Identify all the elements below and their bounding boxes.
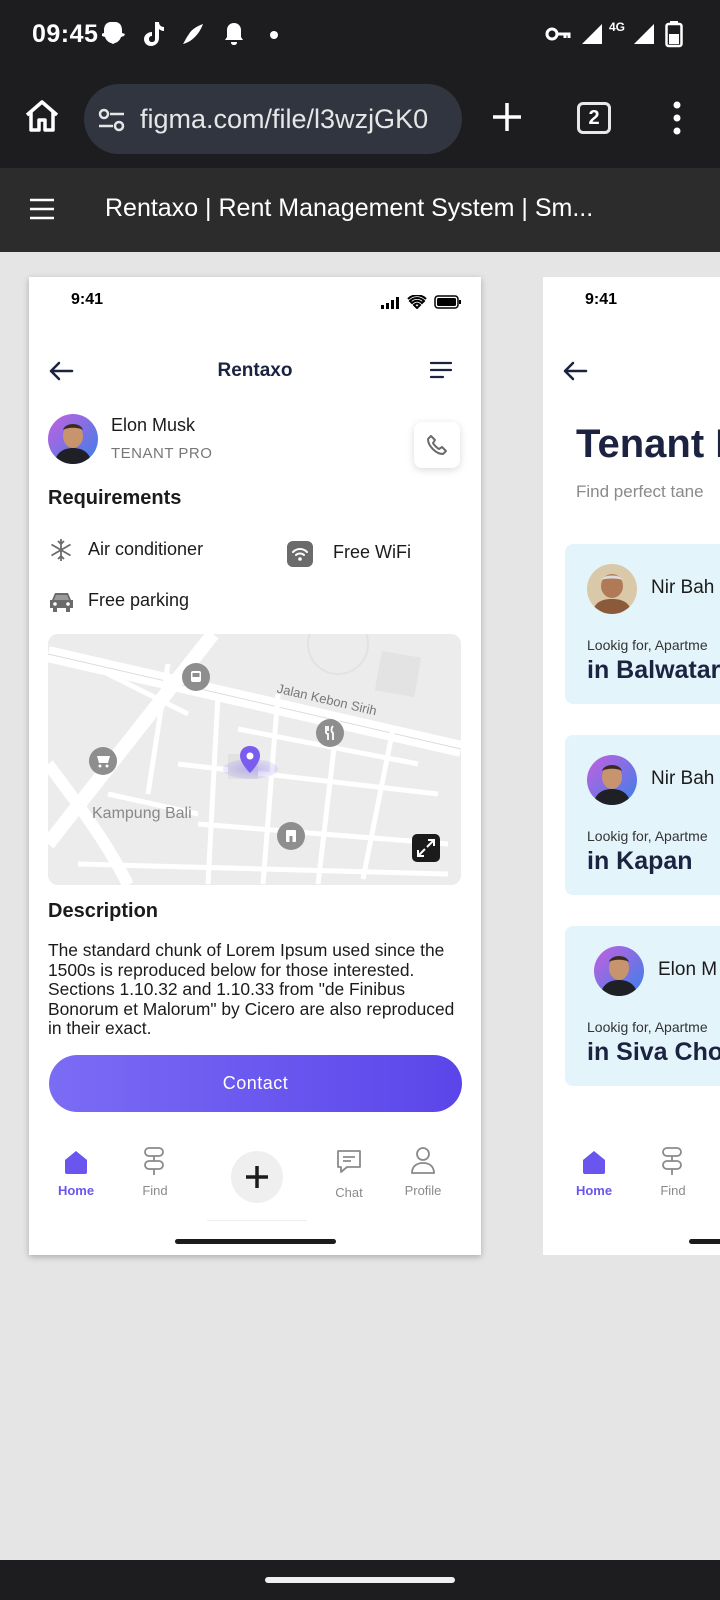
gesture-handle[interactable] [265, 1577, 455, 1583]
snowflake-icon [51, 539, 71, 561]
card-looking-for: Lookig for, Apartme [587, 1019, 708, 1035]
phone-battery-icon [434, 295, 461, 309]
system-time: 09:45 [32, 20, 99, 48]
bell-icon [225, 23, 243, 45]
expand-icon [417, 839, 435, 857]
avatar [48, 414, 98, 464]
tab-switcher-button[interactable]: 2 [577, 102, 611, 134]
site-settings-icon[interactable] [97, 106, 127, 134]
nav-find-label-2[interactable]: Find [638, 1183, 708, 1198]
contact-button[interactable]: Contact [49, 1055, 462, 1112]
signal-icon [582, 24, 602, 44]
new-tab-icon[interactable] [490, 100, 524, 134]
card-looking-for: Lookig for, Apartme [587, 637, 708, 653]
tenant-card[interactable]: Elon M Lookig for, Apartme in Siva Cho [565, 926, 720, 1086]
bus-icon [191, 671, 201, 682]
phone-icon [427, 435, 447, 455]
card-avatar [587, 564, 637, 614]
call-button[interactable] [414, 422, 460, 468]
signal-icon-2 [634, 24, 654, 44]
requirement-free-parking: Free parking [88, 590, 190, 610]
app-title: Rentaxo [217, 360, 293, 381]
battery-icon [665, 21, 683, 48]
shop-marker[interactable] [89, 747, 117, 775]
expand-map-button[interactable] [412, 834, 440, 862]
tenant-card[interactable]: Nir Bah Lookig for, Apartme in Balwatar [565, 544, 720, 704]
home-indicator-2 [689, 1239, 720, 1244]
list-title: Tenant I [576, 422, 720, 466]
wifi-icon [287, 541, 313, 567]
nav-chat-label[interactable]: Chat [314, 1185, 384, 1200]
plus-icon [246, 1166, 268, 1188]
hotel-marker[interactable] [277, 822, 305, 850]
card-location: in Siva Cho [587, 1038, 720, 1066]
profile-nav-icon[interactable] [410, 1145, 436, 1175]
tenant-name: Elon Musk [111, 415, 196, 435]
network-type: 4G [609, 20, 626, 34]
system-status-bar: 09:45 4G [0, 0, 720, 70]
tiktok-icon [144, 22, 164, 46]
more-notifications-dot [270, 31, 278, 39]
tenant-list-frame[interactable]: 9:41 Tenant I Find perfect tane Nir Bah … [543, 277, 720, 1255]
location-pin-icon[interactable] [238, 745, 262, 775]
find-nav-icon[interactable] [141, 1145, 167, 1177]
description-text: The standard chunk of Lorem Ipsum used s… [48, 940, 455, 1038]
requirement-air-conditioner: Air conditioner [88, 539, 204, 559]
home-nav-icon-2[interactable] [580, 1148, 608, 1176]
filter-menu-icon[interactable] [430, 361, 452, 379]
nav-home-label-2[interactable]: Home [559, 1183, 629, 1198]
card-name: Nir Bah [651, 577, 715, 598]
tenant-role: TENANT PRO [111, 445, 213, 462]
cellular-icon [381, 297, 399, 309]
file-title: Rentaxo | Rent Management System | Sm... [105, 194, 594, 222]
vpn-key-icon [545, 27, 571, 41]
find-nav-icon-2[interactable] [659, 1145, 685, 1177]
chat-nav-icon[interactable] [335, 1147, 363, 1177]
map-area-label: Kampung Bali [92, 805, 192, 822]
card-looking-for: Lookig for, Apartme [587, 828, 708, 844]
card-location: in Kapan [587, 847, 693, 875]
back-arrow-icon-2[interactable] [562, 361, 588, 381]
requirement-free-wifi: Free WiFi [333, 542, 411, 562]
card-name: Nir Bah [651, 768, 715, 789]
nav-home-label[interactable]: Home [41, 1183, 111, 1198]
phone-time: 9:41 [71, 291, 104, 308]
home-nav-icon[interactable] [62, 1148, 90, 1176]
nav-profile-label[interactable]: Profile [388, 1183, 458, 1198]
nav-divider [207, 1220, 307, 1221]
system-navigation-bar [0, 1560, 720, 1600]
nav-find-label[interactable]: Find [120, 1183, 190, 1198]
card-avatar [587, 755, 637, 805]
list-subtitle: Find perfect tane [576, 482, 704, 501]
tenant-card[interactable]: Nir Bah Lookig for, Apartme in Kapan [565, 735, 720, 895]
fork-knife-icon [325, 725, 334, 740]
card-avatar [594, 946, 644, 996]
tenant-detail-frame[interactable]: 9:41 Rentaxo Elon Musk TENANT PRO Requir… [29, 277, 481, 1255]
requirements-heading: Requirements [48, 487, 182, 509]
leaf-notification-icon [183, 24, 203, 44]
more-options-icon[interactable] [670, 100, 684, 136]
description-heading: Description [48, 900, 159, 922]
location-map[interactable]: Jalan Kebon Sirih Kampung Bali [48, 634, 461, 885]
figma-header: Rentaxo | Rent Management System | Sm... [0, 168, 720, 252]
cart-icon [97, 756, 110, 768]
wifi-status-icon [407, 295, 427, 309]
bus-stop-marker[interactable] [182, 663, 210, 691]
restaurant-marker[interactable] [316, 719, 344, 747]
browser-toolbar: figma.com/file/l3wzjGK0 2 [0, 70, 720, 168]
car-icon [50, 593, 73, 612]
home-icon[interactable] [23, 97, 61, 135]
home-indicator [175, 1239, 336, 1244]
phone-time-2: 9:41 [585, 291, 618, 308]
snapchat-icon [102, 22, 125, 44]
address-bar[interactable]: figma.com/file/l3wzjGK0 [84, 84, 462, 154]
add-button[interactable] [231, 1151, 283, 1203]
card-location: in Balwatar [587, 656, 720, 684]
url-text: figma.com/file/l3wzjGK0 [140, 104, 429, 134]
hamburger-menu-icon[interactable] [28, 197, 56, 221]
building-icon [286, 830, 296, 842]
card-name: Elon M [658, 959, 718, 980]
